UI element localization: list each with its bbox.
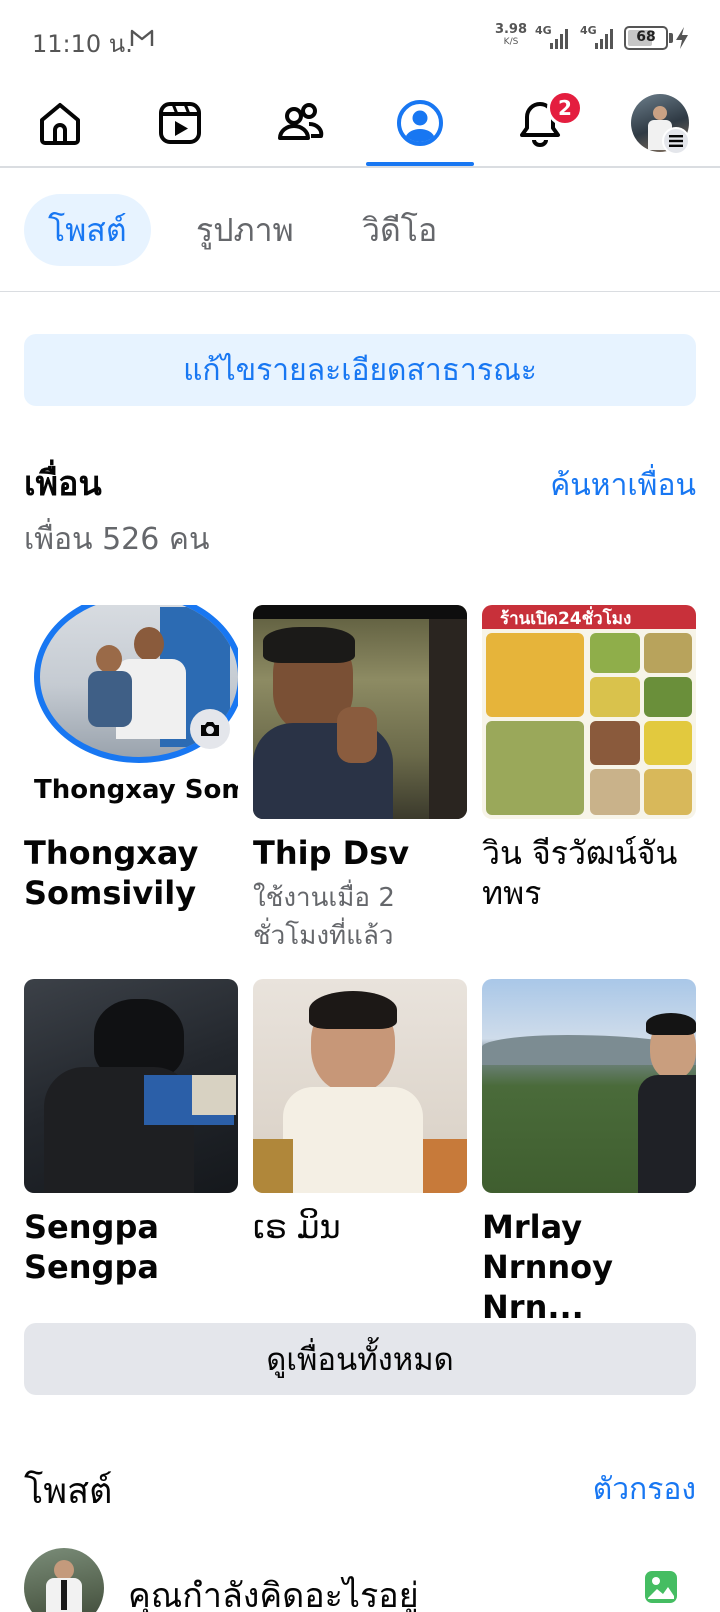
tab-videos[interactable]: วิดีโอ [338,194,461,266]
food-tile-shape [590,721,640,765]
nav-tab-profile[interactable] [360,80,480,166]
signal-bars-icon [550,29,568,49]
person-jacket-shape [638,1075,696,1193]
charging-bolt-icon [676,27,688,49]
friend-photo[interactable]: Thongxay Som [24,605,238,819]
camera-icon [201,722,219,736]
friend-card[interactable]: Sengpa Sengpa [24,979,238,1287]
profile-icon [397,100,443,146]
person-hair-shape [263,627,355,663]
signal-bars-icon-2 [595,29,613,49]
posts-title: โพสต์ [24,1471,113,1512]
avatar-tie-shape [61,1580,67,1610]
food-tile-shape [644,769,692,815]
friend-photo[interactable] [24,979,238,1193]
food-tile-shape [590,633,640,673]
friend-card[interactable]: Thip Dsv ใช้งานเมื่อ 2 ชั่วโมงที่แล้ว [253,605,467,955]
home-icon [40,103,80,145]
signal-icon-2: 4G [580,24,620,52]
friend-name[interactable]: วิน จีรวัฒน์จันทพร [482,833,696,913]
friend-photo[interactable] [253,605,467,819]
status-time: 11:10 น. [32,30,133,58]
menu-icon[interactable] [662,127,690,155]
food-tile-shape [644,633,692,673]
friend-photo[interactable]: ร้านเปิด24ชั่วโมง [482,605,696,819]
video-icon [159,102,201,144]
food-tile-shape [590,769,640,815]
food-tile-shape [644,677,692,717]
nav-tab-friends[interactable] [240,80,360,166]
edit-public-details-button[interactable]: แก้ไขรายละเอียดสาธารณะ [24,334,696,406]
child-shirt-shape [283,1087,423,1193]
network-speed-value: 3.98 [494,22,528,37]
hair-foreground-shape [429,619,467,819]
friend-name[interactable]: Sengpa Sengpa [24,1207,238,1287]
signal-icon: 4G [535,24,575,52]
nav-tab-home[interactable] [0,80,120,166]
thumbs-up-hand-shape [337,707,377,763]
friend-name[interactable]: ເຣ ມິນ [253,1207,467,1247]
battery-tip [669,33,673,43]
fabric-shape [423,1139,467,1193]
tab-photos[interactable]: รูปภาพ [172,194,318,266]
find-friends-link[interactable]: ค้นหาเพื่อน [550,462,696,509]
notification-badge: 2 [547,90,583,126]
battery-icon: 68 [624,26,668,50]
profile-sub-tabs: โพสต์ รูปภาพ วิดีโอ [0,170,720,292]
child-shirt-shape [88,671,132,727]
gmail-icon [130,29,154,46]
adult-head-shape [134,627,164,661]
active-tab-indicator [366,162,474,166]
friends-icon [278,103,324,140]
friends-count: เพื่อน 526 คน [24,522,210,557]
network-speed-unit: K/S [503,37,519,47]
battery-percent: 68 [636,29,656,45]
top-nav: 2 [0,80,720,168]
post-composer-input[interactable]: คุณกำลังคิดอะไรอยู่ [128,1568,419,1612]
friend-card[interactable]: Thongxay Som Thongxay Somsivily [24,605,238,913]
child-head-shape [96,645,122,673]
photo-top-band-shape [253,605,467,619]
network-speed: 3.98 K/S [494,22,528,48]
photo-caption: Thongxay Som [34,775,238,805]
tab-posts[interactable]: โพสต์ [24,194,151,266]
nav-tab-video[interactable] [120,80,240,166]
friend-photo[interactable] [482,979,696,1193]
see-all-friends-button[interactable]: ดูเพื่อนทั้งหมด [24,1323,696,1395]
friend-name[interactable]: Mrlay Nrnnoy Nrn... [482,1207,696,1327]
friend-card[interactable]: ເຣ ມິນ [253,979,467,1247]
friends-title: เพื่อน [24,464,102,504]
nav-tab-notifications[interactable] [480,80,600,166]
friend-photo[interactable] [253,979,467,1193]
box-shape [192,1075,236,1115]
food-tile-shape [590,677,640,717]
status-bar: 11:10 น. 3.98 K/S 4G 4G 68 [0,0,720,80]
friend-name[interactable]: Thongxay Somsivily [24,833,238,913]
camera-button[interactable] [190,709,230,749]
friend-card[interactable]: ร้านเปิด24ชั่วโมง วิน จีรวัฒน์จันทพร [482,605,696,913]
food-tile-shape [644,721,692,765]
hamburger-icon [669,135,683,147]
avatar-head-shape [653,106,667,120]
friend-card[interactable]: Mrlay Nrnnoy Nrn... [482,979,696,1327]
food-tile-shape [486,633,584,717]
person-hair-shape [646,1013,696,1035]
filter-link[interactable]: ตัวกรอง [593,1466,696,1513]
photo-icon[interactable] [644,1570,678,1604]
friend-active-status: ใช้งานเมื่อ 2 ชั่วโมงที่แล้ว [253,883,395,951]
composer-avatar[interactable] [24,1548,104,1612]
child-hair-shape [309,991,397,1029]
fabric-shape [253,1139,293,1193]
avatar-head-shape [54,1560,74,1580]
friend-name[interactable]: Thip Dsv [253,833,467,873]
food-tile-shape [486,721,584,815]
photo-banner-text: ร้านเปิด24ชั่วโมง [500,609,632,629]
